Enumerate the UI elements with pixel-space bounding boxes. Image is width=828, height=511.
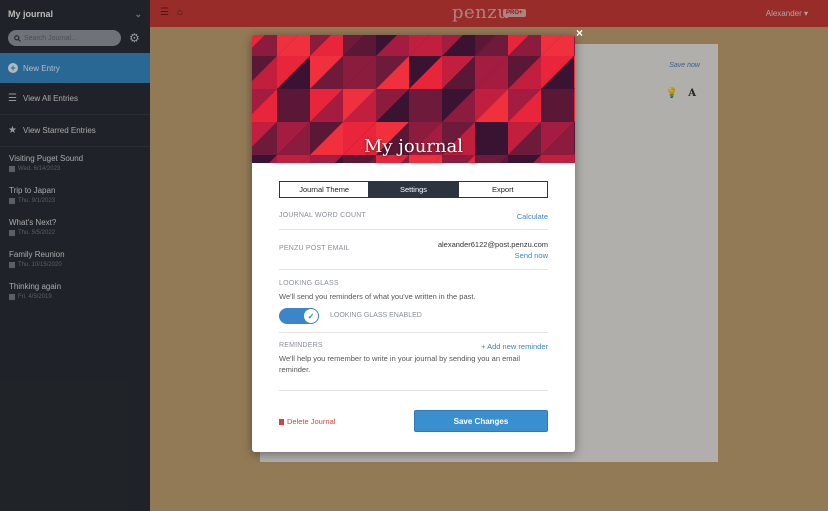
looking-glass-row: LOOKING GLASS We'll send you reminders o… (279, 270, 548, 333)
close-icon[interactable]: × (576, 26, 583, 40)
pattern-triangle (574, 56, 575, 89)
word-count-label: JOURNAL WORD COUNT (279, 212, 366, 219)
looking-glass-label: LOOKING GLASS (279, 280, 339, 287)
word-count-row: JOURNAL WORD COUNT Calculate (279, 205, 548, 230)
reminders-row: REMINDERS + Add new reminder We'll help … (279, 333, 548, 391)
tab-export[interactable]: Export (459, 182, 547, 197)
post-email-row: PENZU POST EMAIL alexander6122@post.penz… (279, 230, 548, 270)
add-reminder-link[interactable]: + Add new reminder (481, 342, 548, 351)
post-email-address: alexander6122@post.penzu.com (437, 240, 548, 249)
check-icon: ✓ (304, 309, 318, 323)
journal-banner: My journal (252, 35, 575, 163)
save-changes-button[interactable]: Save Changes (414, 410, 548, 432)
reminders-description: We'll help you remember to write in your… (279, 354, 520, 374)
looking-glass-description: We'll send you reminders of what you've … (279, 292, 476, 301)
delete-journal-link[interactable]: Delete Journal (279, 417, 335, 426)
looking-glass-toggle[interactable]: ✓ (279, 308, 319, 324)
post-email-label: PENZU POST EMAIL (279, 245, 350, 252)
looking-glass-toggle-label: LOOKING GLASS ENABLED (330, 312, 422, 319)
send-now-link[interactable]: Send now (515, 251, 548, 260)
journal-title: My journal (363, 136, 464, 157)
reminders-label: REMINDERS (279, 342, 323, 349)
delete-journal-label: Delete Journal (287, 417, 336, 426)
pattern-triangle (574, 35, 575, 56)
settings-tabs: Journal Theme Settings Export (279, 181, 548, 198)
calculate-link[interactable]: Calculate (517, 212, 548, 221)
pattern-triangle (574, 89, 575, 122)
tab-journal-theme[interactable]: Journal Theme (280, 182, 370, 197)
journal-settings-modal: My journal Journal Theme Settings Export… (252, 35, 575, 452)
trash-icon (279, 418, 284, 425)
tab-settings[interactable]: Settings (369, 182, 459, 197)
